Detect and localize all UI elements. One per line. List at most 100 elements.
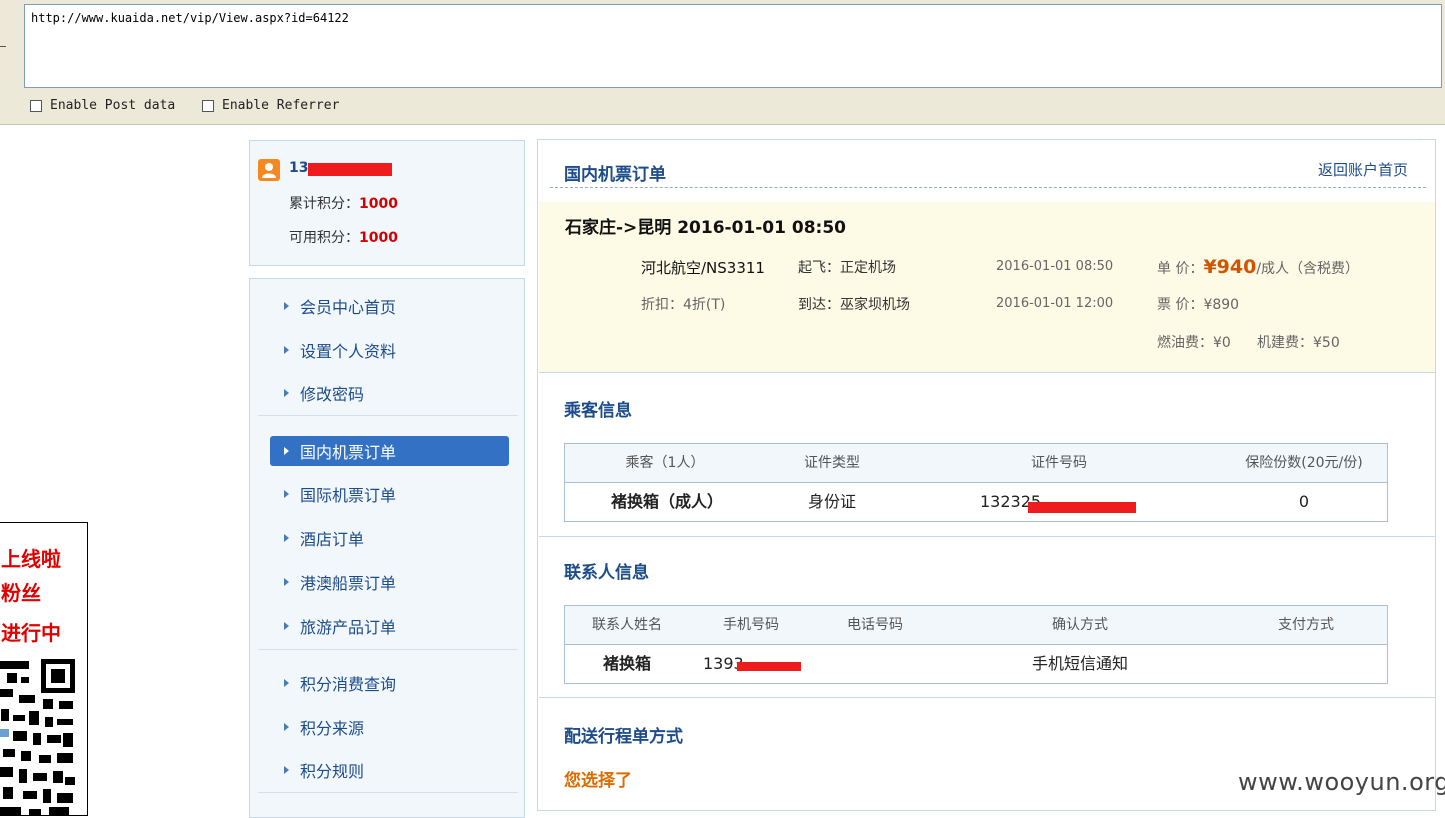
nav-arrow-icon	[284, 723, 289, 731]
enable-referrer-label: Enable Referrer	[222, 98, 340, 113]
nav-divider	[258, 649, 518, 650]
qr-advertisement[interactable]: 上线啦 粉丝 进行中	[0, 522, 88, 816]
unit-price-row: 单 价：¥940/成人（含税费）	[1157, 256, 1359, 278]
redaction-bar	[1028, 502, 1136, 513]
column-header: 联系人姓名	[592, 617, 662, 633]
ad-line-2: 粉丝	[1, 581, 41, 605]
insurance-count: 0	[1298, 492, 1310, 511]
nav-item-label: 积分规则	[300, 762, 365, 781]
nav-arrow-icon	[284, 622, 289, 630]
nav-divider	[258, 792, 518, 793]
enable-referrer-checkbox-row[interactable]: Enable Referrer	[202, 98, 339, 113]
column-header: 证件类型	[804, 455, 860, 471]
user-avatar-icon	[258, 159, 280, 181]
nav-item-label: 设置个人资料	[300, 342, 397, 361]
section-divider	[539, 536, 1435, 537]
nav-item-intl-flight-orders[interactable]: 国际机票订单	[270, 479, 509, 509]
nav-item-label: 修改密码	[300, 385, 365, 404]
nav-divider	[258, 415, 518, 416]
total-points-value: 1000	[359, 196, 398, 212]
nav-arrow-icon	[284, 302, 289, 310]
nav-item-domestic-flight-orders[interactable]: 国内机票订单	[270, 436, 509, 466]
arrive-time: 2016-01-01 12:00	[996, 296, 1114, 311]
flight-route: 石家庄->昆明 2016-01-01 08:50	[565, 218, 846, 238]
column-header: 电话号码	[847, 617, 903, 633]
nav-item-label: 酒店订单	[300, 530, 365, 549]
page-title: 国内机票订单	[564, 165, 666, 185]
ad-line-1: 上线啦	[1, 547, 61, 571]
enable-post-checkbox[interactable]	[30, 99, 42, 112]
hackbar-split-handle[interactable]	[0, 46, 6, 47]
nav-item-label: 积分来源	[300, 719, 365, 738]
contact-table: 联系人姓名 手机号码 电话号码 确认方式 支付方式 褚换箱 1393 手机短信通…	[564, 605, 1388, 684]
delivery-selected-label: 您选择了	[564, 771, 632, 791]
nav-item-label: 港澳船票订单	[300, 574, 397, 593]
enable-referrer-checkbox[interactable]	[202, 99, 214, 112]
nav-arrow-icon	[284, 346, 289, 354]
nav-item-change-password[interactable]: 修改密码	[270, 378, 509, 408]
total-points-row: 累计积分：1000	[289, 193, 398, 213]
unit-price-value: ¥940	[1203, 256, 1257, 278]
column-header: 支付方式	[1278, 617, 1334, 633]
column-header: 保险份数(20元/份)	[1245, 455, 1363, 471]
column-header: 确认方式	[1052, 617, 1108, 633]
nav-arrow-icon	[284, 389, 289, 397]
back-to-account-link[interactable]: 返回账户首页	[1318, 159, 1408, 180]
member-info-panel: 13 累计积分：1000 可用积分：1000	[249, 140, 525, 266]
column-header: 乘客（1人）	[625, 455, 705, 471]
passenger-name: 褚换箱（成人）	[565, 483, 769, 521]
unit-price-label: 单 价：	[1157, 261, 1204, 277]
nav-arrow-icon	[284, 490, 289, 498]
confirm-method: 手机短信通知	[1031, 654, 1128, 673]
nav-item-profile[interactable]: 设置个人资料	[270, 335, 509, 365]
depart-time: 2016-01-01 08:50	[996, 259, 1114, 274]
username: 13	[289, 160, 309, 176]
nav-arrow-icon	[284, 534, 289, 542]
nav-arrow-icon	[284, 447, 289, 455]
nav-item-label: 国内机票订单	[300, 443, 397, 462]
nav-item-points-rules[interactable]: 积分规则	[270, 755, 509, 785]
qr-code-icon	[0, 659, 75, 815]
url-input[interactable]	[24, 4, 1442, 88]
passenger-table: 乘客（1人） 证件类型 证件号码 保险份数(20元/份) 褚换箱（成人） 身份证…	[564, 443, 1388, 522]
discount: 折扣：4折(T)	[641, 297, 726, 313]
column-header: 证件号码	[1031, 455, 1087, 471]
hackbar-panel: Enable Post data Enable Referrer	[0, 0, 1445, 125]
ad-line-3: 进行中	[1, 621, 61, 645]
delivery-section-title: 配送行程单方式	[564, 727, 683, 747]
nav-item-points-source[interactable]: 积分来源	[270, 712, 509, 742]
airport-fee: 机建费：¥50	[1257, 335, 1340, 351]
nav-item-label: 国际机票订单	[300, 486, 397, 505]
total-points-label: 累计积分：	[289, 196, 359, 212]
contact-section-title: 联系人信息	[564, 563, 649, 583]
watermark: www.wooyun.org	[1238, 768, 1445, 796]
nav-item-travel-orders[interactable]: 旅游产品订单	[270, 611, 509, 641]
column-header: 手机号码	[723, 617, 779, 633]
available-points-row: 可用积分：1000	[289, 227, 398, 247]
nav-item-hotel-orders[interactable]: 酒店订单	[270, 523, 509, 553]
enable-post-label: Enable Post data	[50, 98, 176, 113]
nav-item-ferry-orders[interactable]: 港澳船票订单	[270, 567, 509, 597]
airline-flight-no: 河北航空/NS3311	[641, 259, 765, 277]
available-points-label: 可用积分：	[289, 230, 359, 246]
arrive-airport: 到达：巫家坝机场	[798, 297, 910, 313]
order-detail-panel: 国内机票订单 返回账户首页 石家庄->昆明 2016-01-01 08:50 河…	[537, 139, 1436, 811]
nav-arrow-icon	[284, 679, 289, 687]
flight-info: 石家庄->昆明 2016-01-01 08:50 河北航空/NS3311 起飞：…	[539, 202, 1435, 373]
passenger-section-title: 乘客信息	[564, 401, 632, 421]
ticket-price: 票 价：¥890	[1157, 297, 1240, 313]
table-header: 联系人姓名 手机号码 电话号码 确认方式 支付方式	[565, 606, 1387, 645]
nav-item-label: 积分消费查询	[300, 675, 397, 694]
nav-item-points-spending[interactable]: 积分消费查询	[270, 668, 509, 698]
title-divider	[550, 187, 1426, 188]
depart-airport: 起飞：正定机场	[798, 260, 896, 276]
nav-item-label: 旅游产品订单	[300, 618, 397, 637]
passenger-name-text: 褚换箱（成人）	[610, 492, 723, 511]
redaction-bar	[737, 662, 801, 671]
nav-item-member-home[interactable]: 会员中心首页	[270, 291, 509, 321]
available-points-value: 1000	[359, 230, 398, 246]
enable-post-checkbox-row[interactable]: Enable Post data	[30, 98, 175, 113]
passenger-id-type: 身份证	[807, 492, 856, 511]
contact-name: 褚换箱	[602, 654, 651, 673]
table-header: 乘客（1人） 证件类型 证件号码 保险份数(20元/份)	[565, 444, 1387, 483]
